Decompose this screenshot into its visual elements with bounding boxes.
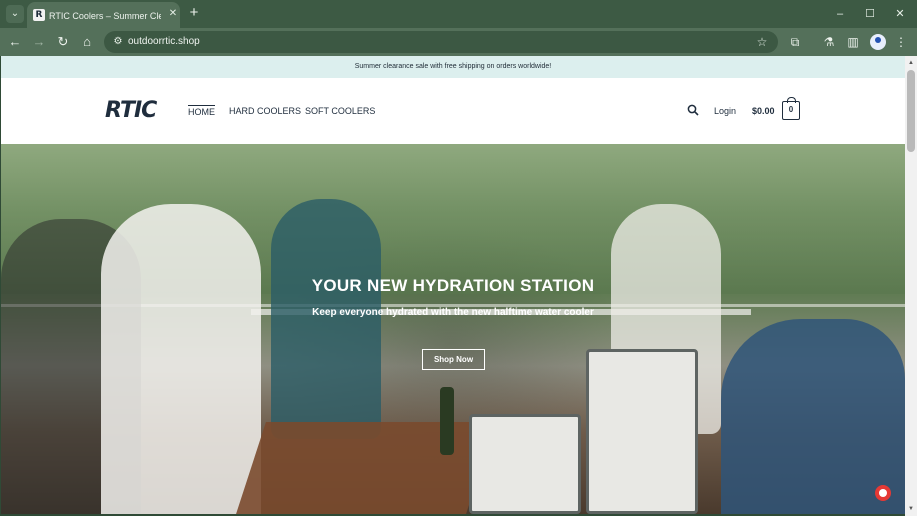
web-page: Summer clearance sale with free shipping…: [1, 56, 905, 514]
site-favicon: R: [33, 9, 45, 21]
minimize-icon[interactable]: –: [832, 6, 848, 22]
maximize-icon[interactable]: ☐: [862, 6, 878, 22]
hero-person-white-shirt: [101, 204, 261, 514]
site-info-icon[interactable]: ⚙: [111, 35, 125, 49]
profile-icon[interactable]: [870, 34, 886, 50]
search-icon[interactable]: [687, 104, 699, 116]
cart-count: 0: [788, 105, 794, 114]
hero-person-blue-shirt: [721, 319, 905, 514]
site-header: RTIC HOME HARD COOLERS SOFT COOLERS Logi…: [1, 78, 905, 144]
browser-tab-strip: ⌄ R RTIC Coolers – Summer Clearance ✕ + …: [0, 0, 917, 28]
hero-person-teal-shirt: [271, 199, 381, 439]
page-scrollbar[interactable]: ▲ ▼: [905, 56, 917, 516]
reload-icon[interactable]: ↻: [54, 33, 72, 51]
new-tab-icon[interactable]: +: [186, 5, 202, 21]
menu-icon[interactable]: ⋮: [892, 33, 910, 51]
hero-food-table: [236, 422, 496, 514]
side-panel-icon[interactable]: ▥: [844, 33, 862, 51]
address-bar[interactable]: ⚙ outdoorrtic.shop ☆: [104, 31, 778, 53]
close-icon[interactable]: ✕: [166, 7, 180, 21]
nav-soft-coolers[interactable]: SOFT COOLERS: [305, 105, 375, 117]
nav-home[interactable]: HOME: [188, 105, 215, 118]
scroll-up-icon[interactable]: ▲: [905, 58, 917, 68]
hero-cooler-large: [586, 349, 698, 514]
scroll-down-icon[interactable]: ▼: [905, 504, 917, 514]
extensions-icon[interactable]: ⧉: [786, 33, 804, 51]
hero-title: YOUR NEW HYDRATION STATION: [311, 276, 595, 295]
hero-subtitle: Keep everyone hydrated with the new half…: [312, 307, 594, 318]
tab-title: RTIC Coolers – Summer Clearance: [49, 11, 161, 21]
hero-cooler-small: [469, 414, 581, 514]
url-text[interactable]: outdoorrtic.shop: [128, 35, 200, 49]
hero-banner: YOUR NEW HYDRATION STATION Keep everyone…: [1, 144, 905, 514]
cart-total[interactable]: $0.00: [752, 106, 775, 116]
tab-search-icon[interactable]: ⌄: [6, 5, 24, 23]
scroll-thumb[interactable]: [907, 70, 915, 152]
browser-tab[interactable]: R RTIC Coolers – Summer Clearance ✕: [27, 2, 180, 28]
site-logo[interactable]: RTIC: [105, 98, 157, 123]
login-link[interactable]: Login: [714, 106, 736, 116]
back-icon[interactable]: ←: [6, 33, 24, 51]
bookmark-star-icon[interactable]: ☆: [754, 34, 770, 50]
nav-hard-coolers[interactable]: HARD COOLERS: [229, 105, 301, 117]
announcement-bar: Summer clearance sale with free shipping…: [1, 56, 905, 78]
forward-icon[interactable]: →: [30, 33, 48, 51]
cart-icon[interactable]: 0: [782, 97, 800, 120]
shop-now-button[interactable]: Shop Now: [422, 349, 485, 370]
labs-icon[interactable]: ⚗: [820, 33, 838, 51]
home-icon[interactable]: ⌂: [78, 33, 96, 51]
hero-wine-bottle: [440, 387, 454, 455]
chat-widget-icon[interactable]: [875, 485, 891, 501]
window-close-icon[interactable]: ✕: [892, 6, 908, 22]
browser-toolbar: ← → ↻ ⌂ ⚙ outdoorrtic.shop ☆ ⧉ ⚗ ▥ ⋮: [0, 28, 917, 56]
